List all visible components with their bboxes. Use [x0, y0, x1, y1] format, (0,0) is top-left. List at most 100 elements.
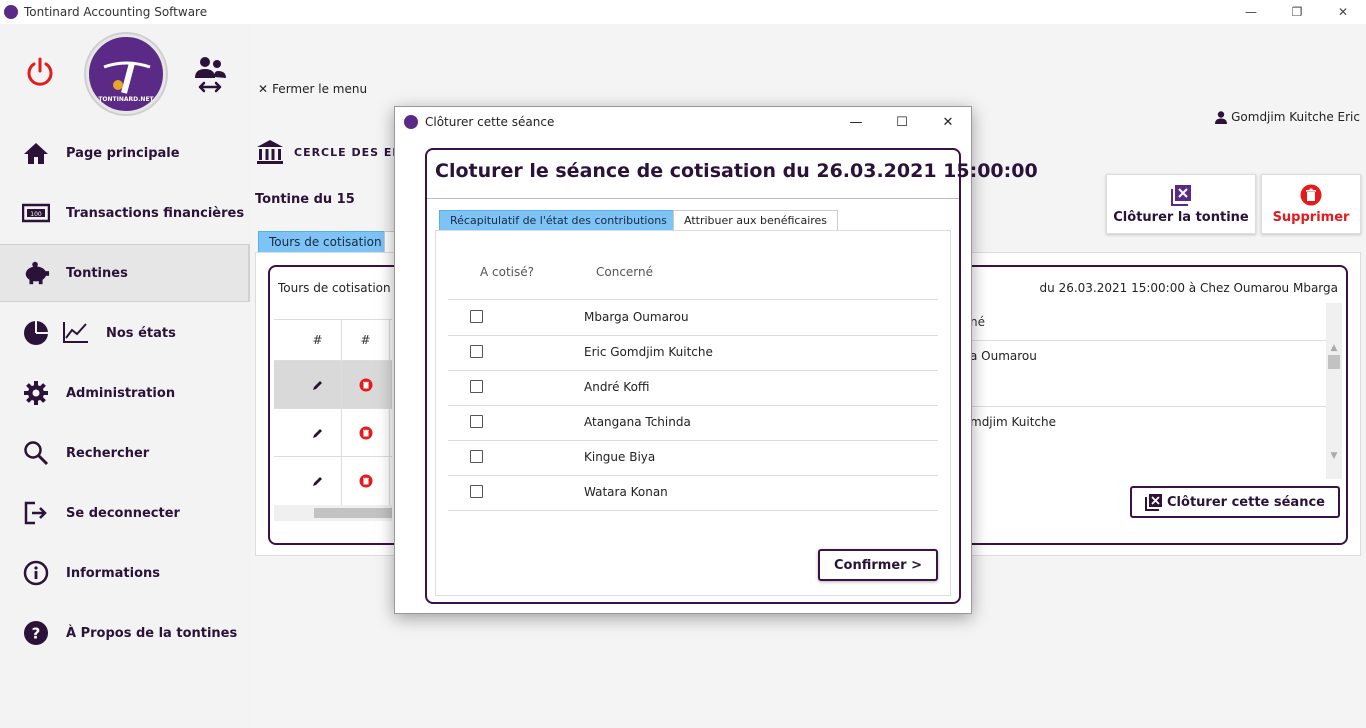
sidebar-item-se-deconnecter[interactable]: Se deconnecter [0, 484, 250, 542]
logo-graphic [103, 61, 151, 94]
close-session-label: Clôturer cette séance [1167, 494, 1325, 510]
power-icon[interactable] [24, 56, 56, 88]
close-window-button[interactable]: ✕ [1320, 0, 1366, 24]
gear-icon [22, 379, 50, 407]
sidebar-item-transactions[interactable]: 100 Transactions financières [0, 184, 250, 242]
table-row[interactable] [274, 456, 392, 505]
sidebar-item-rechercher[interactable]: Rechercher [0, 424, 250, 482]
switch-users-icon[interactable] [192, 54, 228, 94]
pencil-icon [312, 381, 322, 390]
member-name: Atangana Tchinda [584, 415, 691, 429]
grid-cell: mdjim Kuitche [970, 415, 1056, 429]
scrollbar-thumb[interactable] [1328, 355, 1340, 369]
contribution-checkbox[interactable] [470, 345, 483, 358]
sidebar-item-label: Page principale [66, 145, 180, 161]
dialog-close-button[interactable]: ✕ [925, 107, 971, 137]
pencil-icon [312, 429, 322, 438]
member-name: Mbarga Oumarou [584, 310, 689, 324]
close-icon: ✕ [258, 82, 269, 96]
close-box-icon [1145, 494, 1163, 511]
sidebar-item-administration[interactable]: Administration [0, 364, 250, 422]
user-icon [1215, 110, 1228, 124]
close-tontine-label: Clôturer la tontine [1113, 209, 1249, 225]
delete-row-button[interactable] [342, 361, 390, 409]
member-name: Watara Konan [584, 485, 668, 499]
close-box-icon [1171, 184, 1191, 206]
close-menu-link[interactable]: ✕ Fermer le menu [258, 82, 367, 96]
list-item: Watara Konan [448, 475, 938, 510]
banknote-icon: 100 [22, 199, 50, 227]
sidebar-item-informations[interactable]: Informations [0, 544, 250, 602]
sidebar-item-page-principale[interactable]: Page principale [0, 124, 250, 182]
app-icon [4, 5, 18, 19]
close-tontine-button[interactable]: Clôturer la tontine [1106, 174, 1256, 234]
delete-button[interactable]: Supprimer [1261, 174, 1361, 234]
list-item: Eric Gomdjim Kuitche [448, 335, 938, 370]
edit-button[interactable] [294, 457, 342, 505]
scrollbar-thumb[interactable] [314, 508, 392, 518]
grid-header-cell: # [294, 320, 342, 360]
table-row[interactable] [274, 408, 392, 457]
confirm-button[interactable]: Confirmer > [818, 549, 938, 581]
tab-recapitulatif[interactable]: Récapitulatif de l'état des contribution… [439, 210, 678, 231]
list-item: André Koffi [448, 370, 938, 405]
dialog-maximize-button[interactable]: ☐ [879, 107, 925, 137]
sidebar-item-label: Tontines [66, 265, 128, 281]
contribution-checkbox[interactable] [470, 380, 483, 393]
horizontal-scrollbar[interactable] [274, 505, 392, 521]
sidebar-item-a-propos[interactable]: ? À Propos de la tontines [0, 604, 250, 662]
sidebar-item-label: Rechercher [66, 445, 150, 461]
sidebar-item-nos-etats[interactable]: Nos états [0, 304, 250, 362]
contribution-checkbox[interactable] [470, 485, 483, 498]
grid-cell: a Oumarou [970, 349, 1037, 363]
table-row[interactable] [274, 360, 392, 409]
grid-header: # # [274, 320, 392, 360]
delete-row-button[interactable] [342, 409, 390, 457]
edit-button[interactable] [294, 409, 342, 457]
sidebar-item-label: Nos états [106, 325, 176, 341]
info-icon [22, 559, 50, 587]
sidebar-item-label: Se deconnecter [66, 505, 180, 521]
column-header-concerne: Concerné [596, 265, 654, 279]
delete-row-button[interactable] [342, 457, 390, 505]
column-header-cotise: A cotisé? [480, 265, 535, 279]
contribution-checkbox[interactable] [470, 310, 483, 323]
line-chart-icon [62, 320, 90, 347]
grid-header-cell: # [342, 320, 390, 360]
scroll-down-icon[interactable]: ▼ [1326, 451, 1342, 461]
window-title: Tontinard Accounting Software [24, 5, 208, 19]
sidebar-item-tontines[interactable]: Tontines [0, 244, 250, 302]
sidebar-item-label: Informations [66, 565, 161, 581]
sidebar-item-label: Administration [66, 385, 176, 401]
session-date-info: du 26.03.2021 15:00:00 à Chez Oumarou Mb… [1039, 281, 1338, 295]
tab-tours-cotisation[interactable]: Tours de cotisation [258, 231, 393, 253]
member-name: Eric Gomdjim Kuitche [584, 345, 713, 359]
panel-label: Tours de cotisation [278, 281, 391, 295]
trash-icon [359, 378, 372, 392]
dialog-heading: Cloturer le séance de cotisation du 26.0… [435, 160, 1038, 182]
help-icon: ? [22, 619, 50, 647]
list-item: Kingue Biya [448, 440, 938, 475]
edit-button[interactable] [294, 361, 342, 409]
list-item: Mbarga Oumarou [448, 300, 938, 335]
members-grid: né a Oumarou mdjim Kuitche ▲ ▼ [970, 303, 1346, 483]
contribution-checkbox[interactable] [470, 450, 483, 463]
app-icon [404, 115, 418, 129]
logo-text: TONTINARD.NET [98, 96, 154, 103]
contribution-checkbox[interactable] [470, 415, 483, 428]
close-session-button[interactable]: Clôturer cette séance [1130, 486, 1340, 518]
user-name: Gomdjim Kuitche Eric [1231, 110, 1360, 124]
tab-attribuer[interactable]: Attribuer aux benéficaires [673, 210, 839, 231]
vertical-scrollbar[interactable]: ▲ ▼ [1326, 303, 1342, 479]
dialog-title: Clôturer cette séance [425, 115, 555, 129]
current-user[interactable]: Gomdjim Kuitche Eric [1215, 110, 1360, 124]
sidebar-item-label: À Propos de la tontines [66, 625, 238, 641]
logout-icon [22, 499, 50, 527]
scroll-up-icon[interactable]: ▲ [1326, 343, 1342, 353]
maximize-button[interactable]: ❐ [1274, 0, 1320, 24]
dialog-minimize-button[interactable]: — [833, 107, 879, 137]
dialog-content: Cloturer le séance de cotisation du 26.0… [425, 148, 1038, 604]
minimize-button[interactable]: — [1228, 0, 1274, 24]
sidebar: TONTINARD.NET Page principale 100 Transa… [0, 24, 250, 728]
window-titlebar: Tontinard Accounting Software — ❐ ✕ [0, 0, 1366, 24]
